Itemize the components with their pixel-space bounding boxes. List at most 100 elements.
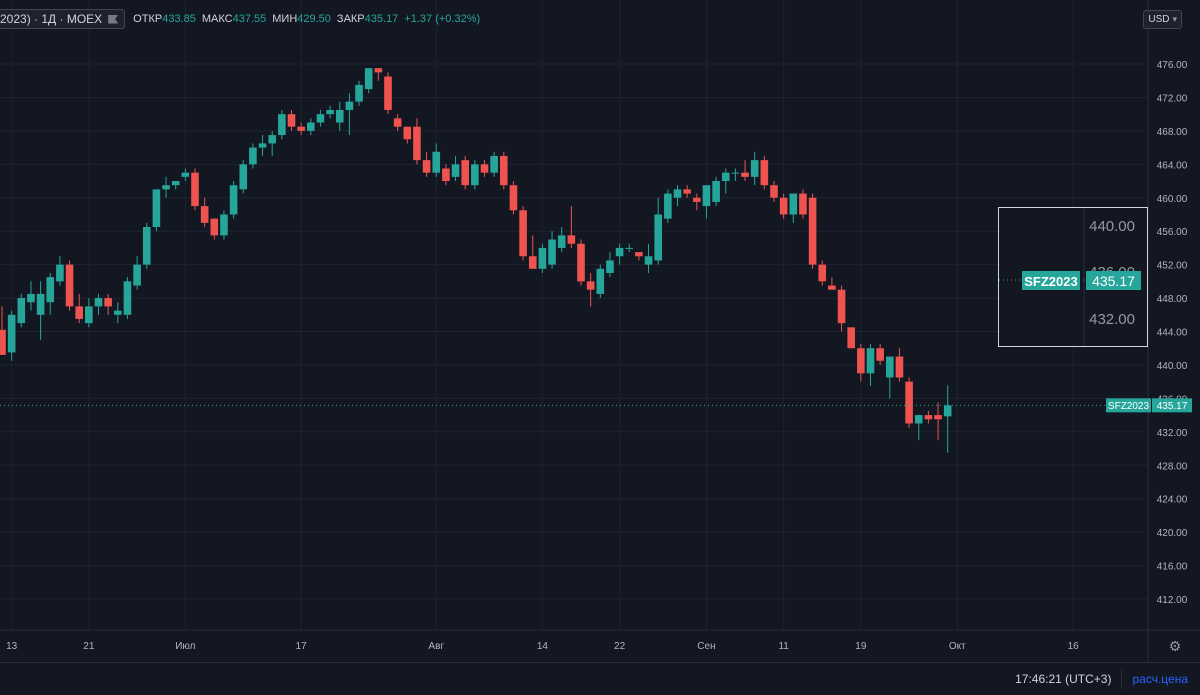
candle xyxy=(345,93,354,136)
candle-body xyxy=(683,189,691,194)
candle-body xyxy=(162,185,170,190)
scale-mode-button[interactable]: расч.цена xyxy=(1122,672,1200,686)
candle-body xyxy=(635,252,643,257)
candle xyxy=(673,185,682,207)
candle-body xyxy=(181,172,190,177)
candle-body xyxy=(586,281,595,290)
candle-body xyxy=(837,289,846,324)
candle xyxy=(316,109,325,127)
symbol-legend: 2023) · 1Д · MOEX ОТКР433.85 МАКС437.55 … xyxy=(0,9,480,29)
bottom-status-bar: 17:46:21 (UTC+3) расч.цена xyxy=(0,662,1200,695)
candle xyxy=(606,252,614,278)
price-tick-label: 424.00 xyxy=(1157,495,1188,506)
price-tick-label: 444.00 xyxy=(1157,328,1188,339)
candle-body xyxy=(914,415,923,424)
last-price-symbol: SFZ2023 xyxy=(1108,401,1150,412)
candle xyxy=(799,189,807,219)
candle-body xyxy=(731,172,740,174)
candle-body xyxy=(528,256,537,269)
candle xyxy=(567,206,576,248)
candle xyxy=(934,402,942,441)
candle xyxy=(712,176,720,207)
candle-body xyxy=(46,277,55,303)
settings-gear-icon[interactable]: ⚙ xyxy=(1168,639,1182,653)
candle-body xyxy=(480,164,489,173)
candle-body xyxy=(519,210,527,257)
candle xyxy=(200,197,209,228)
candle xyxy=(85,298,93,328)
candle xyxy=(721,168,730,194)
time-tick-label: Окт xyxy=(949,641,966,652)
candle-body xyxy=(789,193,798,215)
candle xyxy=(471,160,479,190)
candle-body xyxy=(799,193,807,215)
candle-body xyxy=(895,356,904,378)
candle-body xyxy=(85,306,93,324)
candle-body xyxy=(760,160,769,186)
candle-body xyxy=(171,181,180,186)
price-tick-label: 476.00 xyxy=(1157,60,1188,71)
candle xyxy=(104,293,112,315)
candle xyxy=(886,356,894,399)
candle-body xyxy=(779,197,788,215)
low-label: МИН xyxy=(272,13,298,25)
high-value: 437.55 xyxy=(232,13,267,25)
candle-body xyxy=(393,118,402,127)
candle-body xyxy=(490,155,498,173)
candle xyxy=(374,68,383,81)
price-tick-label: 412.00 xyxy=(1157,595,1188,606)
last-price-value: 435.17 xyxy=(1157,401,1188,412)
close-value: 435.17 xyxy=(364,13,399,25)
candle-body xyxy=(741,172,749,177)
candlestick-chart[interactable]: 412.00416.00420.00424.00428.00432.00436.… xyxy=(0,0,1200,694)
price-tick-label: 460.00 xyxy=(1157,194,1188,205)
candle xyxy=(181,168,190,182)
candle-body xyxy=(818,264,827,282)
candle xyxy=(654,197,662,265)
candle xyxy=(297,122,305,136)
symbol-box[interactable]: 2023) · 1Д · MOEX xyxy=(0,9,126,29)
time-tick-label: 11 xyxy=(778,641,789,652)
candle xyxy=(760,155,769,190)
candle xyxy=(596,264,605,299)
candle xyxy=(741,160,749,182)
time-tick-label: Сен xyxy=(697,641,715,652)
candle xyxy=(229,181,238,219)
candle-body xyxy=(94,298,103,307)
candle-body xyxy=(220,214,228,236)
candle xyxy=(664,189,672,223)
candle xyxy=(152,189,161,232)
candle xyxy=(17,293,26,328)
candle xyxy=(0,306,6,355)
candle-body xyxy=(509,185,518,211)
candle xyxy=(837,285,846,332)
candle-body xyxy=(268,135,276,144)
candle-body xyxy=(65,264,74,307)
candle-body xyxy=(326,109,334,115)
candle-body xyxy=(335,109,344,123)
candle-body xyxy=(712,181,720,202)
candle xyxy=(943,385,952,453)
price-tick-label: 428.00 xyxy=(1157,461,1188,472)
candle xyxy=(268,130,276,156)
candle-body xyxy=(210,218,219,236)
last-price-tag: SFZ2023 435.17 xyxy=(1106,398,1192,413)
price-tick-label: 432.00 xyxy=(1157,428,1188,439)
candle-body xyxy=(654,214,662,261)
candle xyxy=(27,281,35,311)
candle xyxy=(828,277,836,290)
open-value: 433.85 xyxy=(162,13,196,25)
time-tick-label: 22 xyxy=(614,641,626,652)
candle-body xyxy=(413,126,421,161)
candle xyxy=(335,101,344,131)
candle-body xyxy=(258,143,267,148)
candle-body xyxy=(847,327,855,349)
candle xyxy=(142,222,151,269)
zoom-symbol: SFZ2023 xyxy=(1024,274,1077,289)
candle-body xyxy=(142,227,151,265)
candle-body xyxy=(27,293,35,303)
candle-body xyxy=(249,147,257,165)
candle xyxy=(422,151,431,177)
currency-button[interactable]: USD xyxy=(1143,10,1182,29)
flag-icon[interactable] xyxy=(108,14,119,24)
